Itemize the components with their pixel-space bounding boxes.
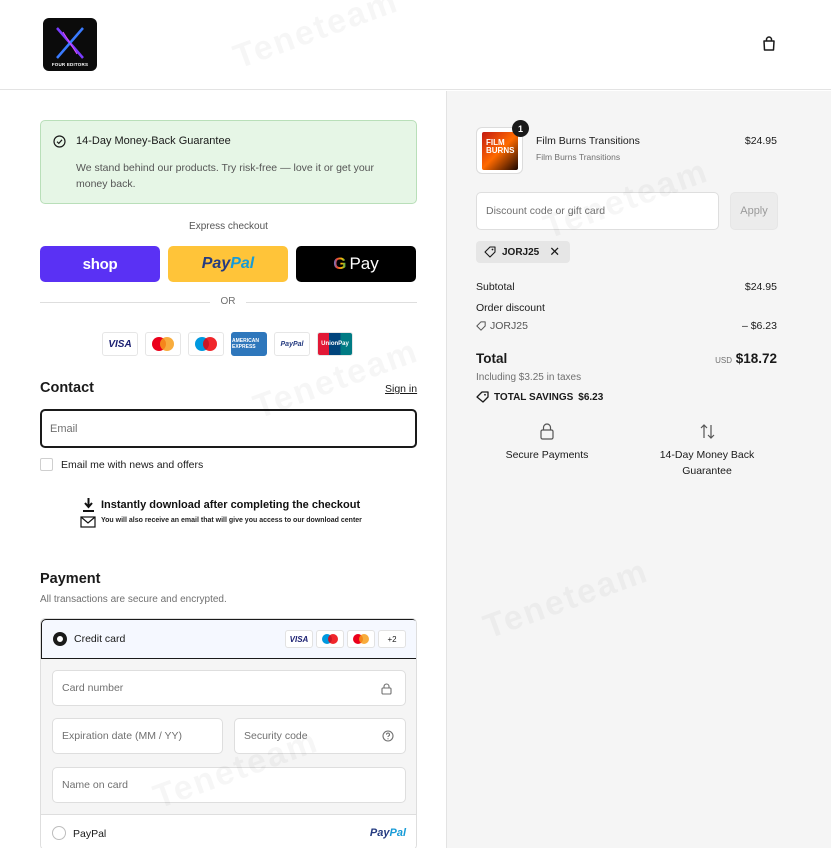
maestro-logo-icon <box>188 332 224 356</box>
money-back-badge: 14-Day Money Back Guarantee <box>647 423 767 479</box>
download-icon <box>83 498 94 512</box>
or-divider-right <box>246 302 417 303</box>
paypal-option-label: PayPal <box>73 828 107 840</box>
maestro-mini-icon <box>316 630 344 648</box>
amex-logo-icon: AMERICAN EXPRESS <box>231 332 267 356</box>
tag-icon <box>484 246 496 258</box>
email-input[interactable] <box>40 409 417 448</box>
taxes-note: Including $3.25 in taxes <box>476 372 582 383</box>
discount-chip: JORJ25 ✕ <box>476 241 571 263</box>
remove-discount-icon[interactable]: ✕ <box>549 244 560 260</box>
product-name: Film Burns Transitions <box>536 135 640 147</box>
product-variant: Film Burns Transitions <box>536 152 621 162</box>
newsletter-label: Email me with news and offers <box>61 458 204 471</box>
download-banner: Instantly download after completing the … <box>80 497 400 533</box>
cart-button[interactable] <box>760 35 778 53</box>
help-circle-icon[interactable] <box>382 730 394 742</box>
express-checkout-label: Express checkout <box>189 221 268 232</box>
mastercard-logo-icon <box>145 332 181 356</box>
name-on-card-field[interactable] <box>52 767 406 803</box>
secure-payments-badge: Secure Payments <box>487 423 607 463</box>
guarantee-body: We stand behind our products. Try risk-f… <box>76 162 375 190</box>
accepted-cards: VISA AMERICAN EXPRESS PayPal UnionPay <box>102 332 353 356</box>
credit-card-option[interactable]: Credit card VISA +2 <box>41 619 416 659</box>
total-currency: USD <box>715 356 732 365</box>
card-number-field[interactable] <box>52 670 406 706</box>
visa-mini-icon: VISA <box>285 630 313 648</box>
paypal-option-logo-icon: PayPal <box>369 827 406 839</box>
total-value: $18.72 <box>735 351 777 366</box>
download-title: Instantly download after completing the … <box>101 499 361 511</box>
contact-title: Contact <box>40 380 94 396</box>
swap-arrows-icon <box>700 424 714 439</box>
paypal-logo-part1: Pay <box>201 255 231 272</box>
newsletter-checkbox[interactable] <box>40 458 53 471</box>
apply-discount-button[interactable]: Apply <box>730 192 778 230</box>
expiration-date-field[interactable] <box>52 718 223 754</box>
subtotal-label: Subtotal <box>476 281 515 293</box>
total-savings: TOTAL SAVINGS $6.23 <box>476 391 603 403</box>
card-brands: VISA +2 <box>285 630 406 648</box>
secure-payments-label: Secure Payments <box>505 449 589 461</box>
padlock-icon <box>540 423 554 440</box>
payment-subtitle: All transactions are secure and encrypte… <box>40 594 227 605</box>
product-price: $24.95 <box>744 135 777 147</box>
or-divider-left <box>40 302 210 303</box>
thumbnail-text: FILM BURNS <box>486 138 515 155</box>
unionpay-logo-icon: UnionPay <box>317 332 353 356</box>
google-pay-label: Pay <box>349 254 379 273</box>
savings-label: TOTAL SAVINGS <box>494 391 574 403</box>
newsletter-row: Email me with news and offers <box>40 458 203 471</box>
google-pay-button[interactable]: G Pay <box>296 246 416 282</box>
tag-small-icon <box>476 321 486 331</box>
visa-logo-icon: VISA <box>102 332 138 356</box>
download-subtitle: You will also receive an email that will… <box>101 517 362 524</box>
envelope-icon <box>80 516 96 528</box>
logo-text: FOUR EDITORS <box>51 62 89 67</box>
paypal-express-button[interactable]: Pay Pal <box>168 246 288 282</box>
quantity-badge: 1 <box>512 120 529 137</box>
savings-value: $6.23 <box>578 391 604 403</box>
order-summary: FILM BURNS 1 Film Burns Transitions Film… <box>446 91 831 848</box>
credit-card-radio[interactable] <box>53 632 67 646</box>
bag-icon <box>763 36 775 51</box>
discount-code-input[interactable] <box>476 192 719 230</box>
paypal-logo-icon: PayPal <box>274 332 310 356</box>
store-logo[interactable]: FOUR EDITORS <box>43 18 97 71</box>
mastercard-mini-icon <box>347 630 375 648</box>
discount-chip-code: JORJ25 <box>502 246 540 258</box>
guarantee-banner: 14-Day Money-Back Guarantee We stand beh… <box>40 120 417 204</box>
checkout-form: 14-Day Money-Back Guarantee We stand beh… <box>0 91 446 848</box>
paypal-radio[interactable] <box>52 826 66 840</box>
lock-icon <box>381 683 392 695</box>
payment-title: Payment <box>40 571 101 587</box>
order-discount-code-row: JORJ25 <box>476 320 528 332</box>
payment-methods: Credit card VISA +2 PayPal PayPal <box>40 618 417 848</box>
check-circle-icon <box>53 135 66 148</box>
google-g-icon: G <box>333 254 347 273</box>
header: FOUR EDITORS <box>0 0 831 90</box>
more-brands-badge: +2 <box>378 630 406 648</box>
security-code-field[interactable] <box>234 718 406 754</box>
credit-card-label: Credit card <box>74 633 126 645</box>
subtotal-value: $24.95 <box>744 281 777 293</box>
shop-pay-label: shop <box>82 255 118 273</box>
order-discount-label: Order discount <box>476 302 545 314</box>
money-back-label-2: Guarantee <box>682 465 732 477</box>
guarantee-title: 14-Day Money-Back Guarantee <box>76 135 231 147</box>
sign-in-link[interactable]: Sign in <box>385 383 417 395</box>
or-divider-text: OR <box>220 296 236 307</box>
savings-tag-icon <box>476 391 489 403</box>
money-back-label-1: 14-Day Money Back <box>659 449 755 461</box>
paypal-option[interactable]: PayPal PayPal <box>41 814 416 848</box>
total-label: Total <box>476 351 508 366</box>
order-discount-code: JORJ25 <box>490 320 528 332</box>
paypal-logo-part2: Pal <box>230 255 255 272</box>
shop-pay-button[interactable]: shop <box>40 246 160 282</box>
order-discount-value: – $6.23 <box>741 320 777 332</box>
